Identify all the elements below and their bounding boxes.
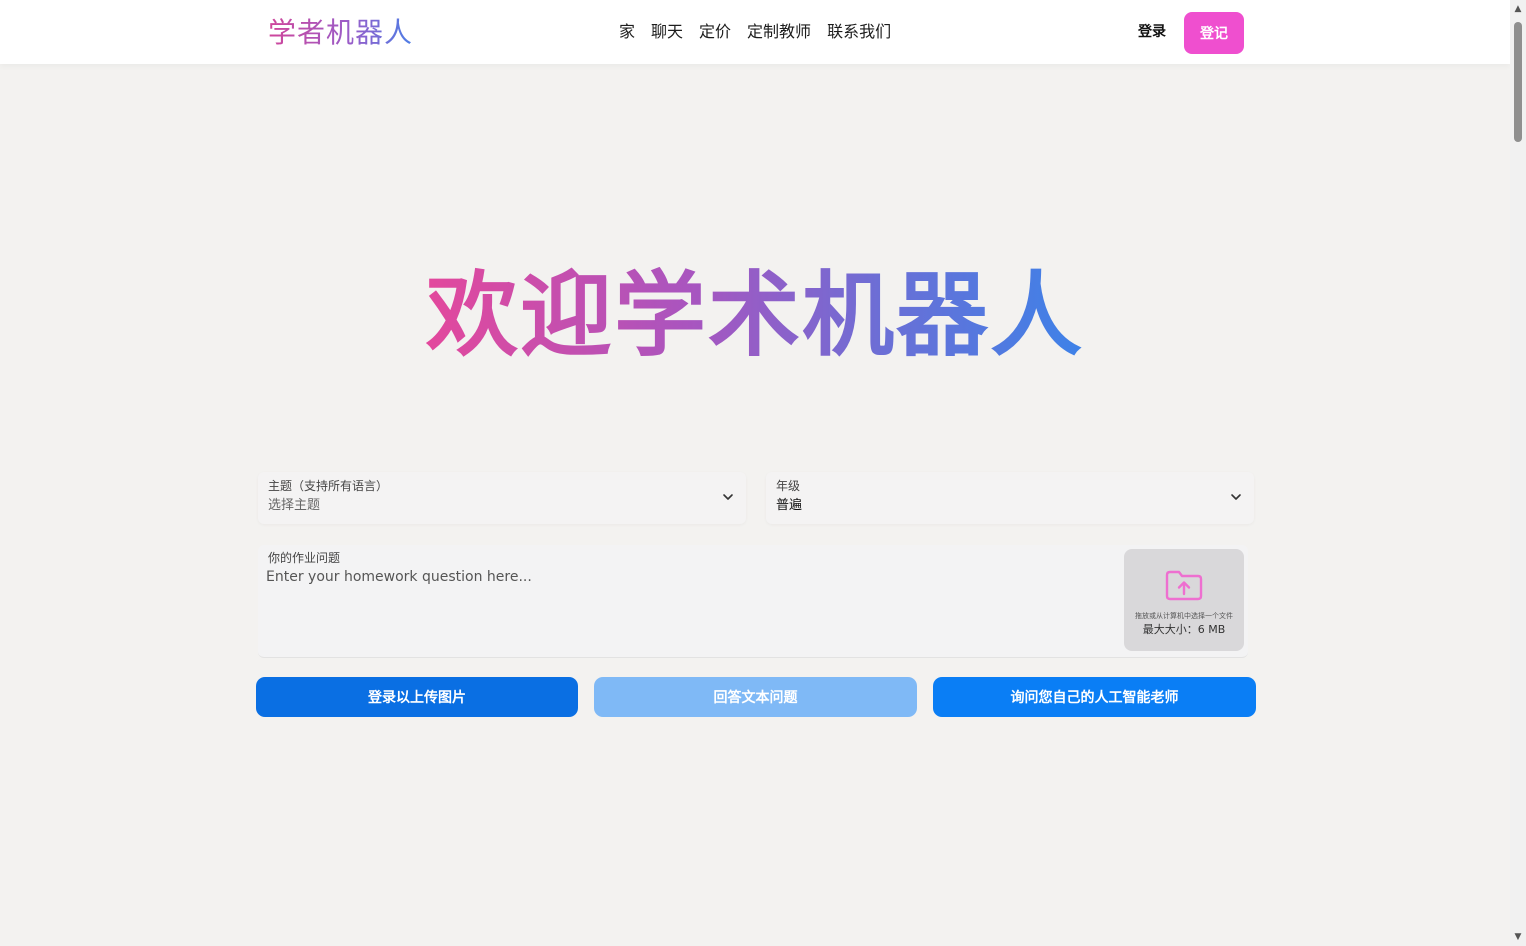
- subject-select-label: 主题（支持所有语言）: [268, 479, 389, 493]
- nav-pricing-link[interactable]: 定价: [699, 20, 731, 44]
- login-to-upload-image-button[interactable]: 登录以上传图片: [256, 677, 578, 717]
- nav-home-link[interactable]: 家: [619, 20, 635, 44]
- homework-question-field: 你的作业问题: [258, 545, 1248, 658]
- site-logo[interactable]: 学者机器人: [268, 14, 413, 52]
- hero-title-text: 欢迎学术机器人: [425, 261, 1084, 369]
- homework-question-input[interactable]: [266, 567, 1116, 647]
- main-nav: 家 聊天 定价 定制教师 联系我们: [619, 20, 891, 44]
- upload-hint-text: 拖放或从计算机中选择一个文件: [1135, 612, 1233, 620]
- page: 学者机器人 家 聊天 定价 定制教师 联系我们 登录 登记 欢迎学术机器人 主题…: [0, 0, 1510, 946]
- scroll-up-arrow-icon[interactable]: ▲: [1510, 2, 1526, 16]
- nav-chat-link[interactable]: 聊天: [651, 20, 683, 44]
- chevron-down-icon: [1231, 494, 1241, 500]
- answer-text-question-button[interactable]: 回答文本问题: [594, 677, 917, 717]
- top-navbar: 学者机器人 家 聊天 定价 定制教师 联系我们 登录 登记: [0, 0, 1510, 64]
- upload-max-size: 最大大小：6 MB: [1142, 623, 1226, 636]
- folder-upload-icon: [1165, 570, 1203, 601]
- signup-button[interactable]: 登记: [1184, 12, 1244, 54]
- subject-select[interactable]: 主题（支持所有语言） 选择主题: [258, 472, 746, 524]
- grade-select[interactable]: 年级 普遍: [766, 472, 1254, 524]
- homework-question-label: 你的作业问题: [268, 551, 341, 565]
- grade-select-value: 普遍: [776, 498, 803, 513]
- nav-custom-tutor-link[interactable]: 定制教师: [747, 20, 811, 44]
- login-link[interactable]: 登录: [1138, 22, 1166, 42]
- scroll-down-arrow-icon[interactable]: ▼: [1510, 930, 1526, 944]
- grade-select-label: 年级: [776, 479, 801, 493]
- vertical-scrollbar[interactable]: ▲ ▼: [1510, 0, 1526, 946]
- chevron-down-icon: [723, 494, 733, 500]
- scrollbar-thumb[interactable]: [1514, 22, 1522, 142]
- ask-ai-tutor-button[interactable]: 询问您自己的人工智能老师: [933, 677, 1256, 717]
- nav-contact-link[interactable]: 联系我们: [827, 20, 891, 44]
- subject-select-value: 选择主题: [268, 498, 321, 513]
- file-upload-dropzone[interactable]: 拖放或从计算机中选择一个文件 最大大小：6 MB: [1124, 549, 1244, 651]
- hero-title: 欢迎学术机器人: [0, 255, 1510, 375]
